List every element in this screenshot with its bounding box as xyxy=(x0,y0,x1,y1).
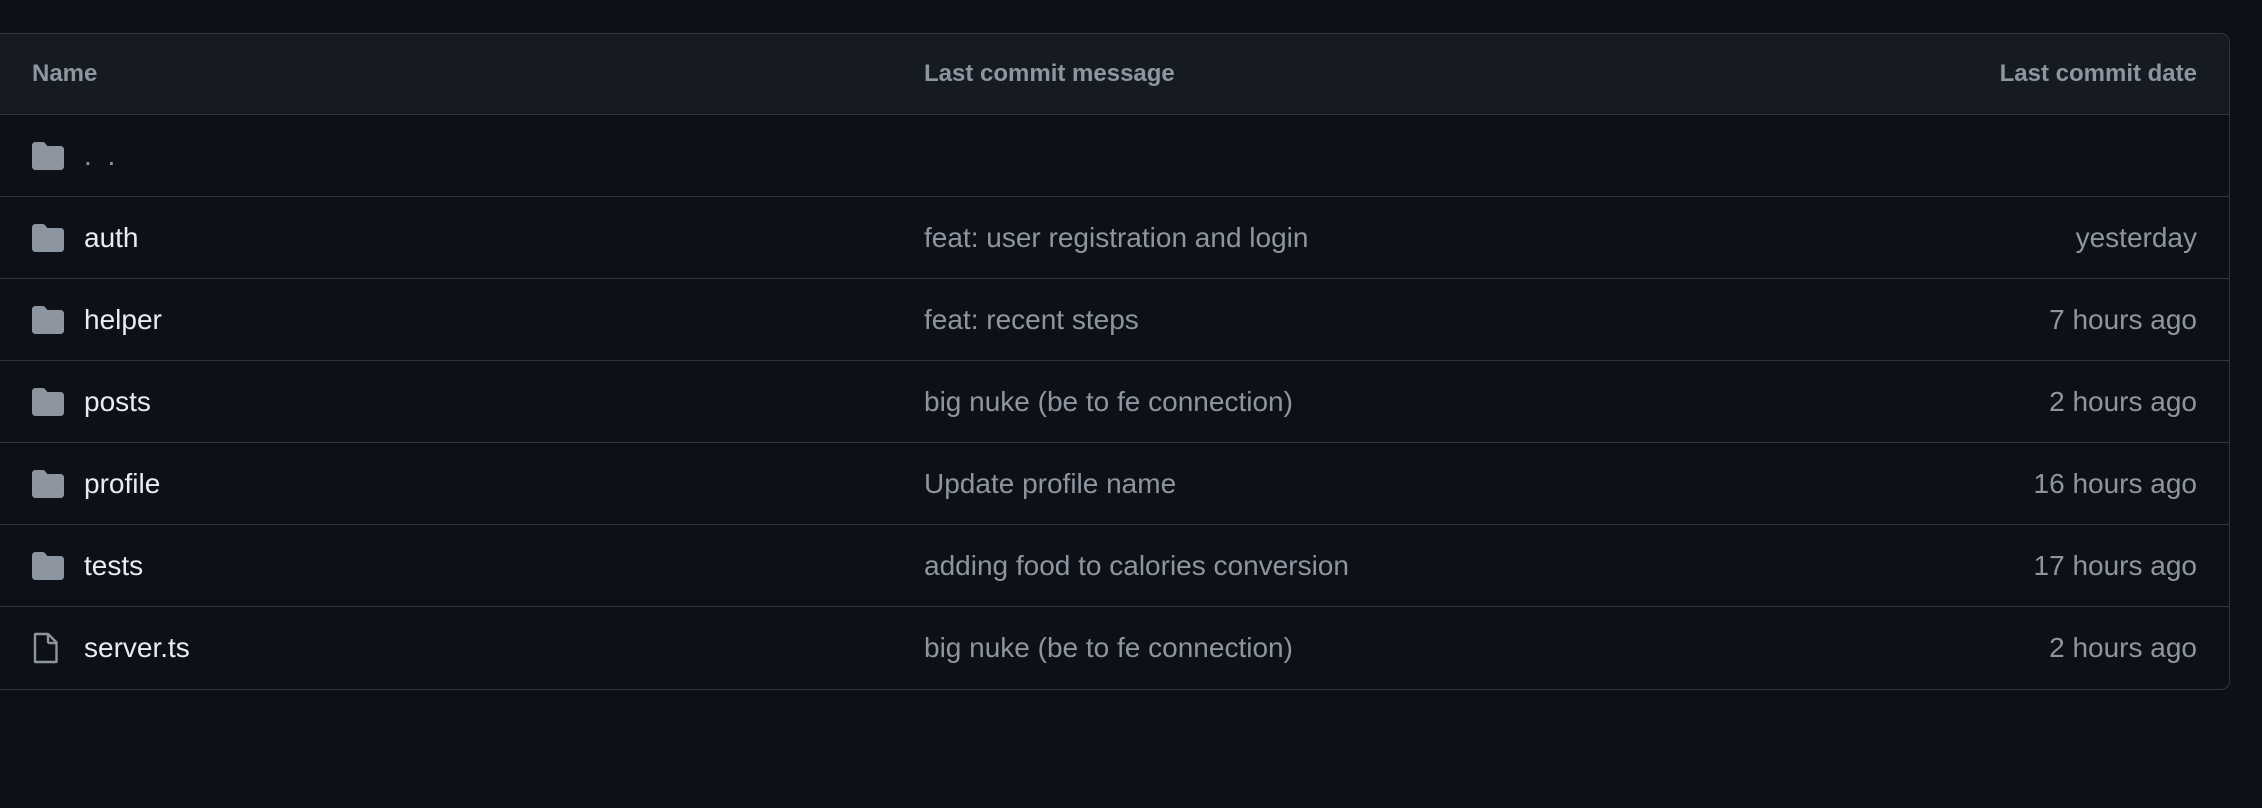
commit-message-link[interactable]: adding food to calories conversion xyxy=(924,550,1697,582)
name-cell: server.ts xyxy=(32,631,924,665)
folder-icon xyxy=(32,139,66,173)
commit-message-link[interactable]: feat: recent steps xyxy=(924,304,1697,336)
commit-date: 2 hours ago xyxy=(2049,385,2197,417)
name-cell: helper xyxy=(32,303,924,337)
folder-link-tests[interactable]: tests xyxy=(84,550,143,582)
file-icon xyxy=(32,631,66,665)
folder-icon xyxy=(32,303,66,337)
file-link-server-ts[interactable]: server.ts xyxy=(84,632,190,664)
header-last-commit-message: Last commit message xyxy=(924,60,1175,87)
commit-date: 2 hours ago xyxy=(2049,632,2197,663)
commit-date: 16 hours ago xyxy=(2033,467,2197,499)
header-name: Name xyxy=(32,60,98,87)
header-last-commit-date: Last commit date xyxy=(1999,60,2197,87)
commit-message-link[interactable]: feat: user registration and login xyxy=(924,222,1697,254)
file-table: Name Last commit message Last commit dat… xyxy=(0,33,2230,690)
table-row[interactable]: tests adding food to calories conversion… xyxy=(0,525,2229,607)
parent-directory-row[interactable]: . . xyxy=(0,115,2229,197)
folder-icon xyxy=(32,221,66,255)
commit-message-link[interactable]: Update profile name xyxy=(924,468,1697,500)
commit-date: 17 hours ago xyxy=(2033,549,2197,581)
parent-directory-link[interactable]: . . xyxy=(84,140,119,172)
folder-icon xyxy=(32,549,66,583)
name-cell: profile xyxy=(32,467,924,501)
name-cell: tests xyxy=(32,549,924,583)
table-row[interactable]: helper feat: recent steps 7 hours ago xyxy=(0,279,2229,361)
folder-link-profile[interactable]: profile xyxy=(84,468,160,500)
folder-icon xyxy=(32,385,66,419)
table-header: Name Last commit message Last commit dat… xyxy=(0,34,2229,115)
folder-link-auth[interactable]: auth xyxy=(84,222,139,254)
table-row[interactable]: profile Update profile name 16 hours ago xyxy=(0,443,2229,525)
commit-date: 7 hours ago xyxy=(2049,303,2197,335)
table-row[interactable]: server.ts big nuke (be to fe connection)… xyxy=(0,607,2229,689)
folder-icon xyxy=(32,467,66,501)
commit-message-link[interactable]: big nuke (be to fe connection) xyxy=(924,632,1697,664)
folder-link-posts[interactable]: posts xyxy=(84,386,151,418)
commit-date: yesterday xyxy=(2075,221,2197,253)
name-cell: posts xyxy=(32,385,924,419)
name-cell: auth xyxy=(32,221,924,255)
table-row[interactable]: auth feat: user registration and login y… xyxy=(0,197,2229,279)
commit-message-link[interactable]: big nuke (be to fe connection) xyxy=(924,386,1697,418)
name-cell: . . xyxy=(32,139,924,173)
table-row[interactable]: posts big nuke (be to fe connection) 2 h… xyxy=(0,361,2229,443)
folder-link-helper[interactable]: helper xyxy=(84,304,162,336)
